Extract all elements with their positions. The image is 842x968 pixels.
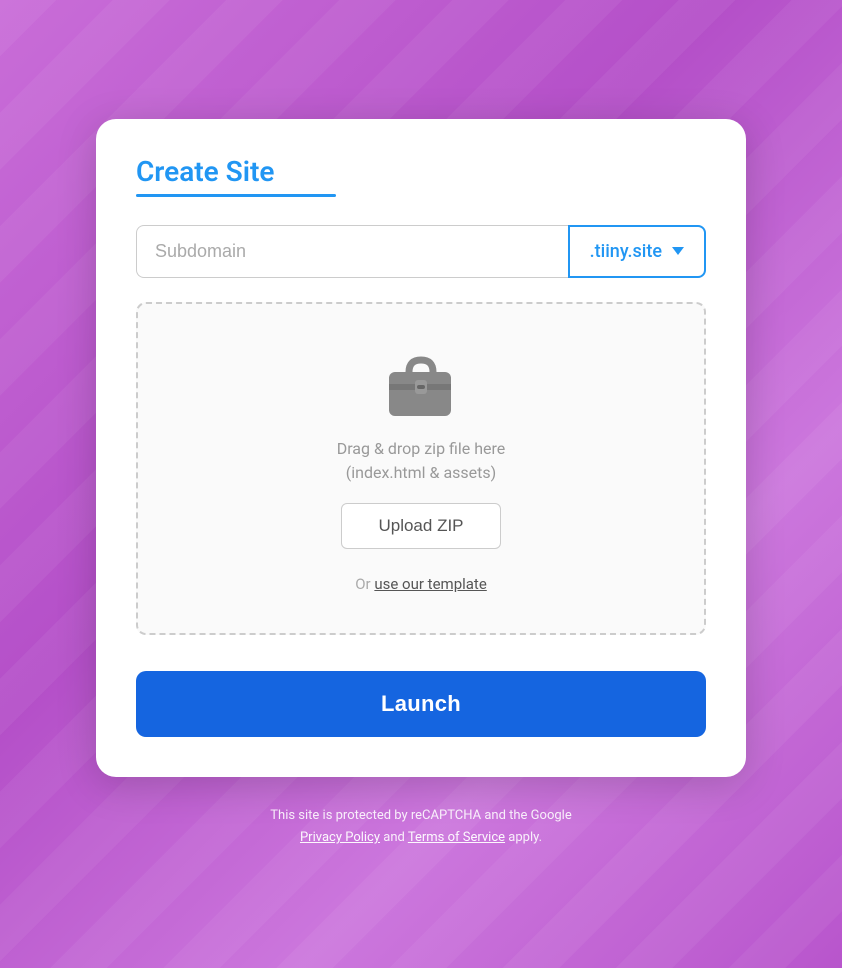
drag-text-line1: Drag & drop zip file here <box>337 437 506 461</box>
terms-of-service-link[interactable]: Terms of Service <box>408 830 505 845</box>
footer-and: and <box>383 830 405 845</box>
chevron-down-icon <box>672 247 684 255</box>
upload-zip-button[interactable]: Upload ZIP <box>341 503 500 549</box>
drag-text-line2: (index.html & assets) <box>337 461 506 485</box>
or-template-row: Or use our template <box>355 575 487 593</box>
dropzone-area[interactable]: Drag & drop zip file here (index.html & … <box>136 302 706 635</box>
footer-apply: apply. <box>508 830 542 845</box>
or-text: Or <box>355 575 370 593</box>
footer-line1: This site is protected by reCAPTCHA and … <box>270 808 571 823</box>
page-title: Create Site <box>136 155 706 188</box>
launch-button[interactable]: Launch <box>136 671 706 737</box>
domain-selector[interactable]: .tiiny.site <box>568 225 706 278</box>
use-template-link[interactable]: use our template <box>374 575 486 593</box>
subdomain-row: .tiiny.site <box>136 225 706 278</box>
domain-option-label: .tiiny.site <box>590 241 662 262</box>
footer: This site is protected by reCAPTCHA and … <box>270 805 571 849</box>
privacy-policy-link[interactable]: Privacy Policy <box>300 830 380 845</box>
title-underline <box>136 194 336 197</box>
zip-file-icon <box>381 354 461 419</box>
create-site-card: Create Site .tiiny.site <box>96 119 746 777</box>
subdomain-input[interactable] <box>136 225 568 278</box>
dropzone-text: Drag & drop zip file here (index.html & … <box>337 437 506 485</box>
